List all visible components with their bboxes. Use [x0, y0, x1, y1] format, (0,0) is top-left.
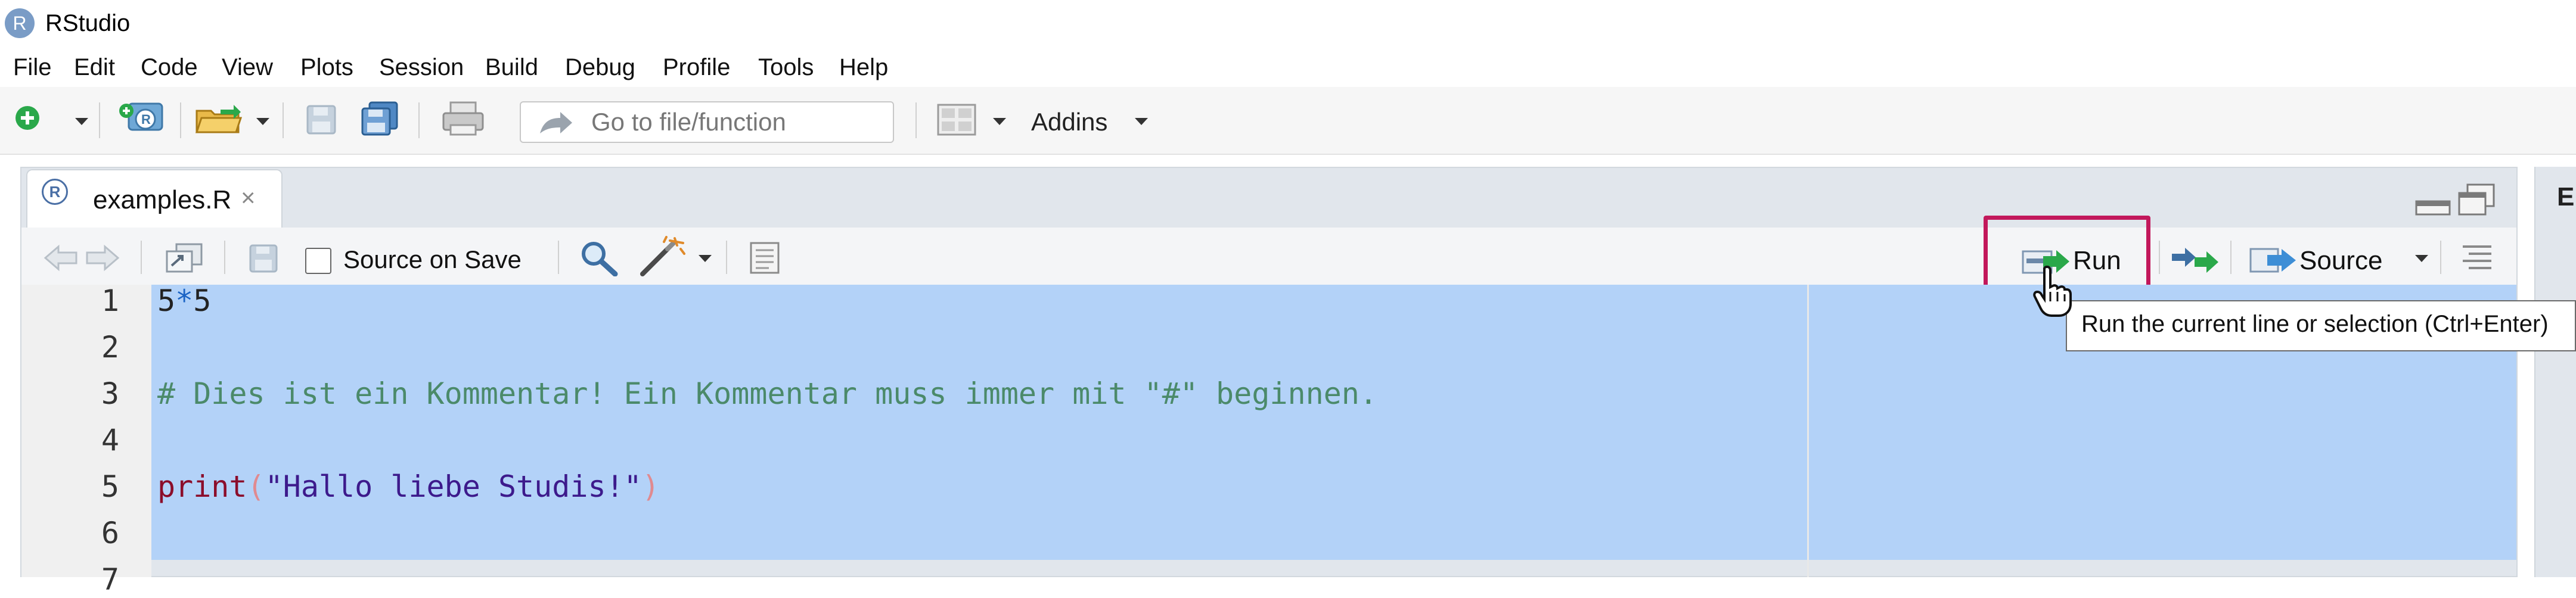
line-number: 4 [101, 423, 119, 457]
toolbar-divider [2159, 241, 2160, 274]
code-token: 5 [157, 284, 176, 318]
code-tools-dropdown-icon[interactable] [699, 255, 712, 262]
environment-pane-edge [2534, 167, 2576, 577]
minimize-pane-icon[interactable] [2414, 192, 2452, 219]
environment-pane-tab-letter[interactable]: E [2557, 182, 2574, 212]
code-token: "Hallo liebe Studis!" [265, 469, 642, 504]
rerun-icon[interactable] [2170, 244, 2221, 274]
toolbar-divider [224, 241, 225, 274]
back-arrow-icon[interactable] [42, 243, 80, 273]
pane-layout-icon[interactable] [937, 104, 976, 136]
line-number: 1 [101, 284, 119, 318]
toolbar-divider [180, 102, 181, 138]
new-file-icon[interactable] [13, 104, 44, 135]
toolbar-divider [915, 102, 917, 138]
r-file-icon: R [42, 179, 68, 205]
code-token: ( [247, 469, 265, 504]
line-number: 2 [101, 330, 119, 365]
go-to-arrow-icon [540, 112, 572, 133]
menu-plots[interactable]: Plots [300, 52, 353, 82]
menu-help[interactable]: Help [839, 52, 888, 82]
maximize-pane-icon[interactable] [2457, 182, 2496, 218]
menu-debug[interactable]: Debug [565, 52, 635, 82]
go-to-file-placeholder: Go to file/function [591, 108, 786, 136]
tab-close-icon[interactable]: × [241, 182, 256, 213]
addins-dropdown-icon[interactable] [1135, 118, 1148, 125]
pane-layout-dropdown-icon[interactable] [993, 118, 1006, 125]
menu-view[interactable]: View [222, 52, 273, 82]
code-token: # Dies ist ein Kommentar! Ein Kommentar … [157, 376, 1377, 411]
addins-menu[interactable]: Addins [1031, 107, 1107, 137]
new-project-icon[interactable]: R [117, 101, 168, 138]
rstudio-logo-icon: R [5, 8, 35, 38]
code-line[interactable]: print("Hallo liebe Studis!") [157, 468, 660, 505]
toolbar-divider [2230, 241, 2232, 274]
open-file-dropdown-icon[interactable] [256, 118, 269, 125]
save-all-icon[interactable] [361, 101, 401, 137]
toolbar-divider [283, 102, 284, 138]
code-token: * [175, 284, 194, 318]
document-outline-icon[interactable] [2459, 243, 2495, 272]
source-icon[interactable] [2249, 245, 2298, 275]
title-bar [0, 0, 2576, 48]
code-token: ) [641, 469, 660, 504]
compile-report-icon[interactable] [749, 241, 782, 275]
hand-pointer-cursor-icon [2033, 266, 2072, 317]
line-number: 6 [101, 516, 119, 550]
menu-session[interactable]: Session [379, 52, 464, 82]
save-icon[interactable] [306, 105, 337, 136]
new-file-dropdown-icon[interactable] [75, 118, 88, 125]
menu-file[interactable]: File [13, 52, 51, 82]
show-in-window-icon[interactable] [165, 242, 204, 274]
save-file-icon[interactable] [249, 244, 279, 274]
menu-tools[interactable]: Tools [758, 52, 814, 82]
source-button-label[interactable]: Source [2299, 245, 2382, 276]
code-line[interactable]: 5*5 [157, 282, 211, 319]
tab-label: examples.R [93, 185, 232, 214]
source-dropdown-icon[interactable] [2415, 255, 2428, 262]
toolbar-divider [726, 241, 727, 274]
source-on-save-label[interactable]: Source on Save [343, 244, 522, 275]
toolbar-divider [99, 102, 100, 138]
line-number: 3 [101, 376, 119, 411]
code-line[interactable]: # Dies ist ein Kommentar! Ein Kommentar … [157, 375, 1377, 412]
print-margin-line [1807, 285, 1809, 577]
line-number: 7 [101, 562, 119, 597]
code-tools-wand-icon[interactable] [638, 236, 688, 279]
menu-edit[interactable]: Edit [74, 52, 115, 82]
line-number: 5 [101, 469, 119, 504]
run-tooltip-text: Run the current line or selection (Ctrl+… [2081, 311, 2549, 337]
toolbar-divider [2440, 241, 2441, 274]
svg-text:R: R [141, 112, 151, 127]
menu-build[interactable]: Build [485, 52, 538, 82]
code-token: print [157, 469, 247, 504]
print-icon[interactable] [442, 101, 484, 137]
open-file-icon[interactable] [194, 102, 244, 136]
menu-profile[interactable]: Profile [663, 52, 730, 82]
source-on-save-checkbox[interactable] [305, 248, 331, 274]
menu-code[interactable]: Code [141, 52, 198, 82]
toolbar-divider [558, 241, 559, 274]
find-replace-icon[interactable] [579, 239, 619, 276]
code-token: 5 [193, 284, 212, 318]
forward-arrow-icon[interactable] [83, 243, 122, 273]
window-title: RStudio [45, 10, 131, 36]
toolbar-divider [141, 241, 142, 274]
toolbar-divider [418, 102, 420, 138]
